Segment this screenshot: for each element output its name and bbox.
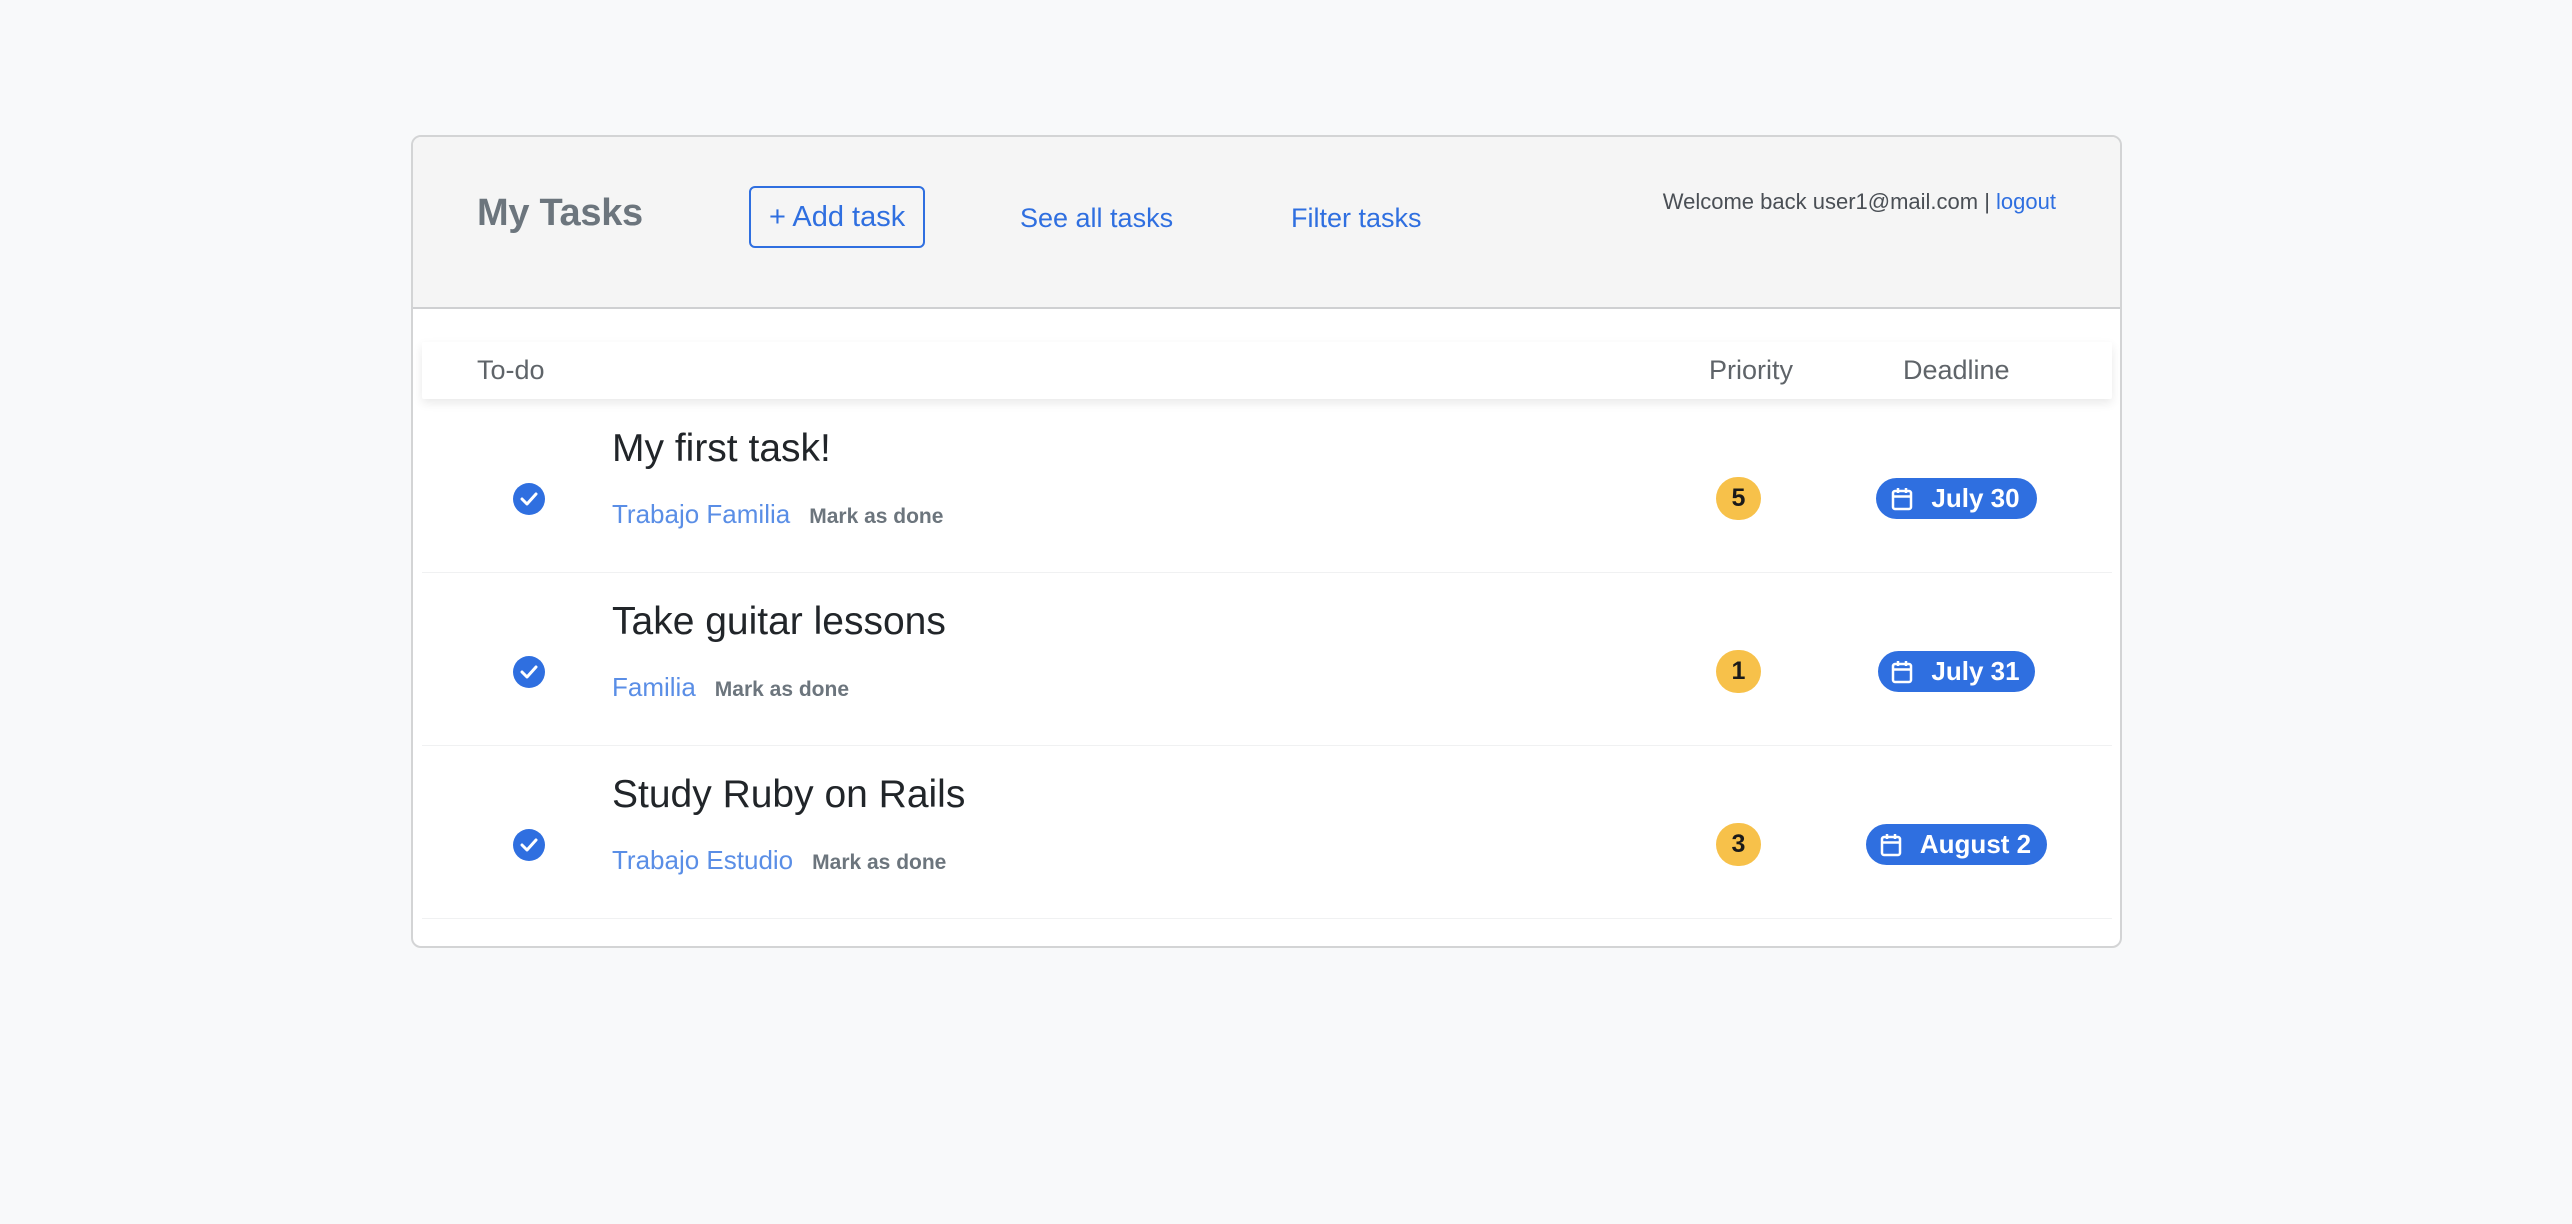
task-row: Take guitar lessons Familia Mark as done… — [422, 574, 2112, 746]
task-title: Study Ruby on Rails — [612, 773, 966, 816]
task-row: Study Ruby on Rails Trabajo Estudio Mark… — [422, 747, 2112, 919]
task-meta: Trabajo Familia Mark as done — [612, 499, 943, 530]
column-header-todo: To-do — [477, 355, 545, 385]
task-tags[interactable]: Trabajo Familia — [612, 499, 790, 530]
task-title: My first task! — [612, 427, 831, 470]
tasks-header: My Tasks + Add task See all tasks Filter… — [413, 137, 2120, 309]
task-meta: Familia Mark as done — [612, 672, 849, 703]
task-tags[interactable]: Familia — [612, 672, 696, 703]
calendar-icon — [1891, 487, 1913, 511]
calendar-icon — [1891, 660, 1913, 684]
mark-as-done-link[interactable]: Mark as done — [715, 678, 849, 702]
deadline-badge: July 30 — [1876, 478, 2037, 519]
check-circle-icon[interactable] — [513, 656, 545, 688]
check-circle-icon[interactable] — [513, 483, 545, 515]
mark-as-done-link[interactable]: Mark as done — [812, 851, 946, 875]
deadline-badge: August 2 — [1866, 824, 2047, 865]
check-circle-icon[interactable] — [513, 829, 545, 861]
column-header-priority: Priority — [1709, 355, 1794, 385]
deadline-date: August 2 — [1919, 829, 2032, 859]
task-row: My first task! Trabajo Familia Mark as d… — [422, 401, 2112, 573]
add-task-button[interactable]: + Add task — [749, 186, 926, 248]
deadline-date: July 31 — [1931, 656, 2020, 686]
logout-link[interactable]: logout — [1996, 189, 2056, 214]
task-title: Take guitar lessons — [612, 600, 946, 643]
tasks-card: My Tasks + Add task See all tasks Filter… — [411, 135, 2122, 948]
calendar-icon — [1880, 833, 1902, 857]
see-all-tasks-link[interactable]: See all tasks — [1020, 203, 1173, 234]
task-table-header: To-do Priority Deadline — [422, 342, 2112, 399]
task-meta: Trabajo Estudio Mark as done — [612, 845, 946, 876]
welcome-text: Welcome back user1@mail.com | — [1662, 189, 1990, 214]
priority-badge: 3 — [1716, 823, 1761, 866]
deadline-date: July 30 — [1931, 483, 2020, 513]
page-title: My Tasks — [477, 192, 643, 234]
task-tags[interactable]: Trabajo Estudio — [612, 845, 793, 876]
deadline-badge: July 31 — [1878, 651, 2035, 692]
priority-badge: 5 — [1716, 477, 1761, 520]
mark-as-done-link[interactable]: Mark as done — [809, 505, 943, 529]
column-header-deadline: Deadline — [1903, 355, 2010, 385]
filter-tasks-link[interactable]: Filter tasks — [1291, 203, 1422, 234]
priority-badge: 1 — [1716, 650, 1761, 693]
welcome-message: Welcome back user1@mail.com | logout — [1663, 189, 2056, 215]
